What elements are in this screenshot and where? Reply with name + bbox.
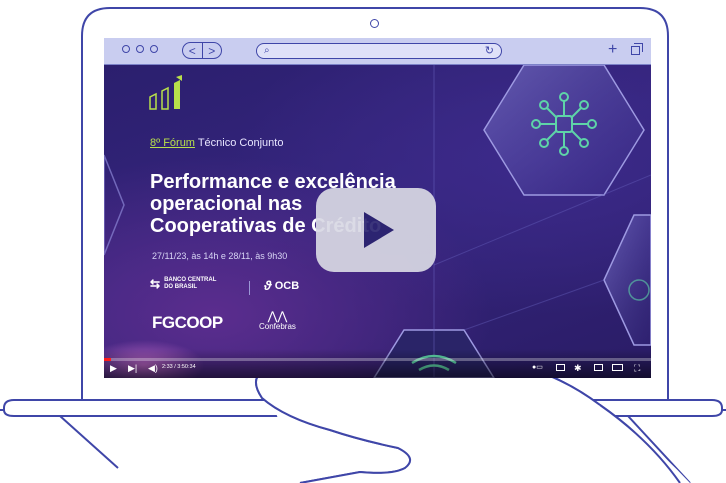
window-maximize-dot[interactable]: [150, 45, 158, 53]
forum-edition: 8º Fórum: [150, 137, 195, 149]
window-close-dot[interactable]: [122, 45, 130, 53]
play-icon: [364, 212, 394, 248]
ocb-logo: ϑ OCB: [264, 278, 299, 293]
progress-fill: [104, 358, 111, 361]
timecode: 2:33 / 3:50:34: [162, 364, 196, 370]
autoplay-toggle-icon[interactable]: ●▭: [532, 363, 543, 373]
theater-icon[interactable]: [612, 364, 623, 371]
sponsor-divider: [249, 281, 250, 295]
webcam-icon: [370, 19, 379, 28]
ocb-label: OCB: [274, 279, 300, 292]
next-icon[interactable]: ▶|: [128, 363, 137, 373]
laptop-illustration: < > ⌕ ↻ + 8º Fórum Técnico Conjunto Perf…: [0, 0, 726, 483]
forward-button[interactable]: >: [203, 43, 222, 58]
captions-icon[interactable]: [556, 364, 565, 371]
confebras-symbol-icon: ⋀⋀: [267, 309, 288, 323]
reload-icon[interactable]: ↻: [485, 44, 494, 57]
window-controls: [122, 45, 158, 53]
fgcoop-logo: FGCOOP: [152, 313, 223, 332]
bcb-symbol-icon: ⇆: [150, 276, 161, 291]
miniplayer-icon[interactable]: [594, 364, 603, 371]
new-tab-button[interactable]: +: [608, 41, 617, 59]
nav-buttons: < >: [182, 42, 222, 59]
tabs-overview-button[interactable]: [631, 43, 643, 55]
volume-icon[interactable]: ◀): [148, 363, 158, 373]
confebras-label: Confebras: [259, 322, 296, 331]
confebras-logo: ⋀⋀ Confebras: [259, 310, 296, 331]
play-control-icon[interactable]: ▶: [110, 363, 117, 373]
forum-subtitle: 8º Fórum Técnico Conjunto: [150, 137, 283, 149]
bcb-line1: BANCO CENTRAL: [164, 277, 217, 283]
fullscreen-icon[interactable]: ⛶: [634, 363, 640, 373]
progress-bar[interactable]: [104, 358, 651, 361]
play-button-overlay[interactable]: [316, 188, 436, 272]
bcb-logo: ⇆ BANCO CENTRAL DO BRASIL: [150, 277, 216, 291]
window-minimize-dot[interactable]: [136, 45, 144, 53]
address-bar[interactable]: ⌕ ↻: [256, 43, 502, 59]
gear-icon[interactable]: ✱: [574, 363, 582, 373]
forum-logo-icon: [149, 75, 182, 110]
search-icon: ⌕: [264, 45, 270, 56]
event-dates: 27/11/23, às 14h e 28/11, às 9h30: [152, 251, 288, 261]
back-button[interactable]: <: [183, 43, 203, 58]
player-controls: ▶ ▶| ◀) 2:33 / 3:50:34 ●▭ ✱ ⛶: [104, 349, 651, 378]
bcb-line2: DO BRASIL: [164, 284, 198, 290]
ocb-symbol-icon: ϑ: [264, 278, 272, 293]
video-player[interactable]: 8º Fórum Técnico Conjunto Performance e …: [104, 65, 651, 378]
browser-toolbar: < > ⌕ ↻ +: [104, 38, 651, 65]
forum-name: Técnico Conjunto: [194, 137, 284, 149]
